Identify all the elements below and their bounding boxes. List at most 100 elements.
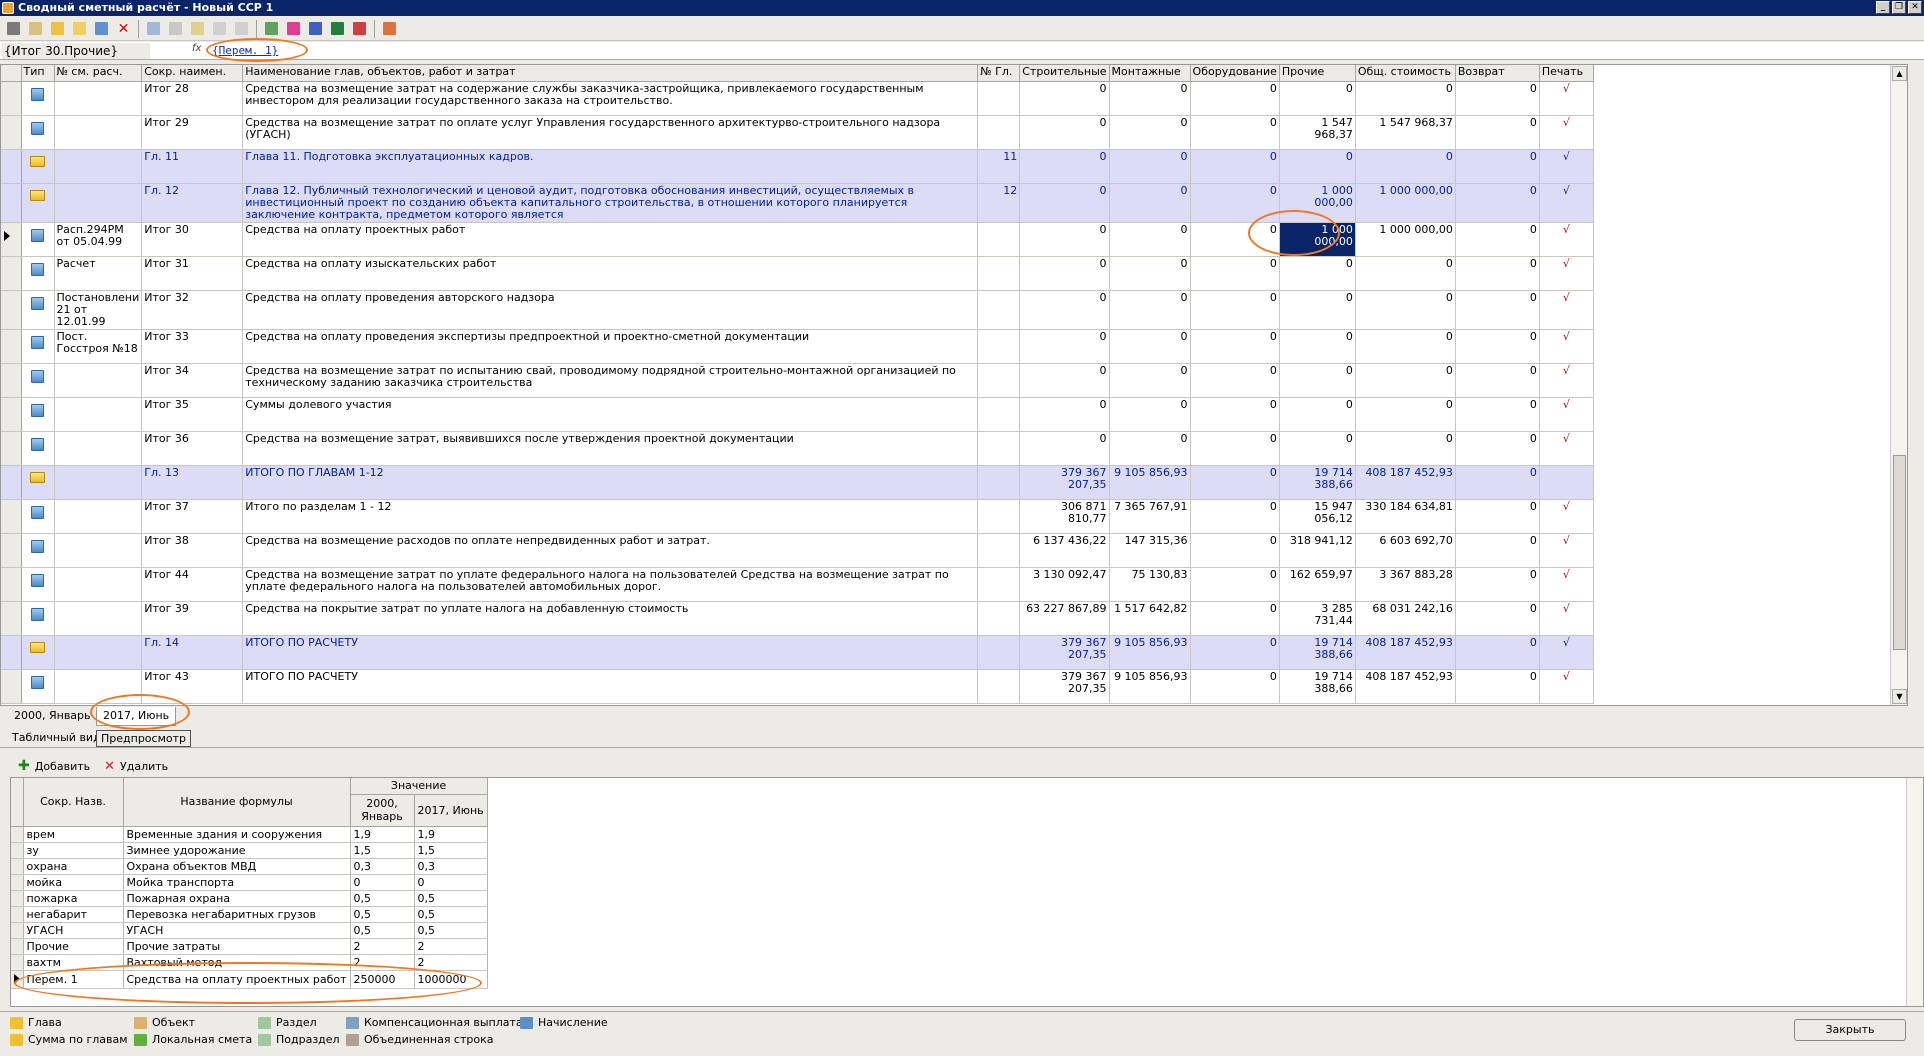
col-total[interactable]: Общ. стоимость	[1355, 65, 1456, 82]
formula-value-2017[interactable]: 0,5	[414, 906, 488, 923]
cell-calc-no[interactable]	[54, 115, 143, 150]
formula-row[interactable]: врем Временные здания и сооружения 1,9 1,9	[11, 826, 488, 843]
cell-name[interactable]: Глава 12. Публичный технологический и це…	[242, 183, 979, 223]
cell-name[interactable]: Средства на оплату изыскательских работ	[242, 256, 979, 291]
cell-type[interactable]	[21, 115, 55, 150]
cell-chapter-no[interactable]: 11	[977, 149, 1021, 184]
cell-other[interactable]: 19 714 388,66	[1279, 669, 1356, 704]
cell-other[interactable]: 1 547 968,37	[1279, 115, 1356, 150]
col-chapter-no[interactable]: № Гл.	[977, 65, 1021, 82]
row-indicator[interactable]	[1, 499, 22, 534]
row-indicator[interactable]	[1, 669, 22, 704]
cell-return[interactable]: 0	[1455, 290, 1540, 330]
cell-other[interactable]: 0	[1279, 431, 1356, 466]
formula-short[interactable]: пожарка	[23, 890, 124, 907]
cell-construction[interactable]: 0	[1019, 183, 1110, 223]
cell-name[interactable]: Средства на возмещение расходов по оплат…	[242, 533, 979, 568]
cell-other[interactable]: 1 000 000,00	[1279, 222, 1356, 257]
close-window-button[interactable]: ✕	[1908, 1, 1922, 14]
cell-calc-no[interactable]: Расчет	[54, 256, 143, 291]
cell-total[interactable]: 0	[1355, 149, 1456, 184]
row-indicator[interactable]	[1, 149, 22, 184]
cell-name[interactable]: Средства на возмещение затрат по оплате …	[242, 115, 979, 150]
cell-type[interactable]	[21, 256, 55, 291]
add-doc-icon[interactable]	[70, 19, 89, 38]
col-value-2000[interactable]: 2000, Январь	[350, 794, 415, 827]
cell-construction[interactable]: 3 130 092,47	[1019, 567, 1110, 602]
cell-return[interactable]: 0	[1455, 149, 1540, 184]
cell-installation[interactable]: 0	[1109, 431, 1191, 466]
home-icon[interactable]	[26, 19, 45, 38]
cell-equipment[interactable]: 0	[1190, 601, 1280, 636]
cell-installation[interactable]: 0	[1109, 329, 1191, 364]
grid-row[interactable]: Пост. Госстроя №18 Итог 33 Средства на опл…	[1, 329, 1594, 364]
cell-equipment[interactable]: 0	[1190, 397, 1280, 432]
cell-print[interactable]: √	[1539, 533, 1594, 568]
formula-value-2000[interactable]: 0,5	[350, 890, 415, 907]
cell-chapter-no[interactable]	[977, 397, 1021, 432]
formula-name[interactable]: Прочие затраты	[123, 938, 351, 955]
cell-print[interactable]: √	[1539, 363, 1594, 398]
cell-installation[interactable]: 0	[1109, 363, 1191, 398]
col-installation[interactable]: Монтажные	[1109, 65, 1191, 82]
cell-chapter-no[interactable]	[977, 499, 1021, 534]
formula-name[interactable]: Перевозка негабаритных грузов	[123, 906, 351, 923]
cell-print[interactable]: √	[1539, 601, 1594, 636]
cell-installation[interactable]: 1 517 642,82	[1109, 601, 1191, 636]
cell-print[interactable]: √	[1539, 183, 1594, 223]
cell-calc-no[interactable]	[54, 567, 143, 602]
cell-construction[interactable]: 0	[1019, 81, 1110, 116]
row-indicator[interactable]	[1, 465, 22, 500]
cell-equipment[interactable]: 0	[1190, 329, 1280, 364]
tab-table-view[interactable]: Табличный вид	[8, 730, 105, 747]
cell-name[interactable]: Суммы долевого участия	[242, 397, 979, 432]
formula-row[interactable]: мойка Мойка транспорта 0 0	[11, 874, 488, 891]
cell-print[interactable]: √	[1539, 431, 1594, 466]
cell-other[interactable]: 0	[1279, 256, 1356, 291]
cell-calc-no[interactable]: Расп.294РМ от 05.04.99	[54, 222, 143, 257]
formula-row-indicator[interactable]	[11, 970, 24, 989]
cell-other[interactable]: 19 714 388,66	[1279, 635, 1356, 670]
formula-row-indicator[interactable]	[11, 954, 24, 971]
cell-equipment[interactable]: 0	[1190, 183, 1280, 223]
cell-chapter-no[interactable]	[977, 256, 1021, 291]
formula-short[interactable]: зу	[23, 842, 124, 859]
formula-short[interactable]: Перем. 1	[23, 970, 124, 989]
cell-print[interactable]: √	[1539, 635, 1594, 670]
cell-print[interactable]: √	[1539, 290, 1594, 330]
cell-name[interactable]: Средства на покрытие затрат по уплате на…	[242, 601, 979, 636]
grid-row[interactable]: Расп.294РМ от 05.04.99 Итог 30 Средства на…	[1, 222, 1594, 257]
delete-button[interactable]: ✕ Удалить	[104, 759, 168, 774]
formulas-grid[interactable]: Сокр. Назв. Название формулы Значение 20…	[10, 777, 1924, 1007]
cell-return[interactable]: 0	[1455, 397, 1540, 432]
cell-short-name[interactable]: Итог 35	[141, 397, 244, 432]
col-return[interactable]: Возврат	[1455, 65, 1540, 82]
formula-value-2000[interactable]: 0,5	[350, 906, 415, 923]
cell-return[interactable]: 0	[1455, 635, 1540, 670]
cell-total[interactable]: 3 367 883,28	[1355, 567, 1456, 602]
formula-row[interactable]: пожарка Пожарная охрана 0,5 0,5	[11, 890, 488, 907]
cell-return[interactable]: 0	[1455, 465, 1540, 500]
cell-calc-no[interactable]	[54, 183, 143, 223]
restore-button[interactable]: ❐	[1892, 1, 1906, 14]
cell-return[interactable]: 0	[1455, 669, 1540, 704]
cell-short-name[interactable]: Итог 37	[141, 499, 244, 534]
cell-equipment[interactable]: 0	[1190, 533, 1280, 568]
formula-row-indicator[interactable]	[11, 906, 24, 923]
cell-type[interactable]	[21, 635, 55, 670]
cell-return[interactable]: 0	[1455, 81, 1540, 116]
cell-type[interactable]	[21, 431, 55, 466]
formula-name[interactable]: Средства на оплату проектных работ	[123, 970, 351, 989]
cell-name[interactable]: Средства на возмещение затрат, выявивших…	[242, 431, 979, 466]
cell-equipment[interactable]: 0	[1190, 363, 1280, 398]
cell-type[interactable]	[21, 499, 55, 534]
cell-total[interactable]: 408 187 452,93	[1355, 635, 1456, 670]
formula-value-2017[interactable]: 1,9	[414, 826, 488, 843]
formula-row[interactable]: охрана Охрана объектов МВД 0,3 0,3	[11, 858, 488, 875]
cell-other[interactable]: 0	[1279, 363, 1356, 398]
cell-equipment[interactable]: 0	[1190, 669, 1280, 704]
cell-other[interactable]: 0	[1279, 397, 1356, 432]
cell-type[interactable]	[21, 149, 55, 184]
cell-short-name[interactable]: Итог 38	[141, 533, 244, 568]
cell-name[interactable]: Средства на оплату проведения авторского…	[242, 290, 979, 330]
